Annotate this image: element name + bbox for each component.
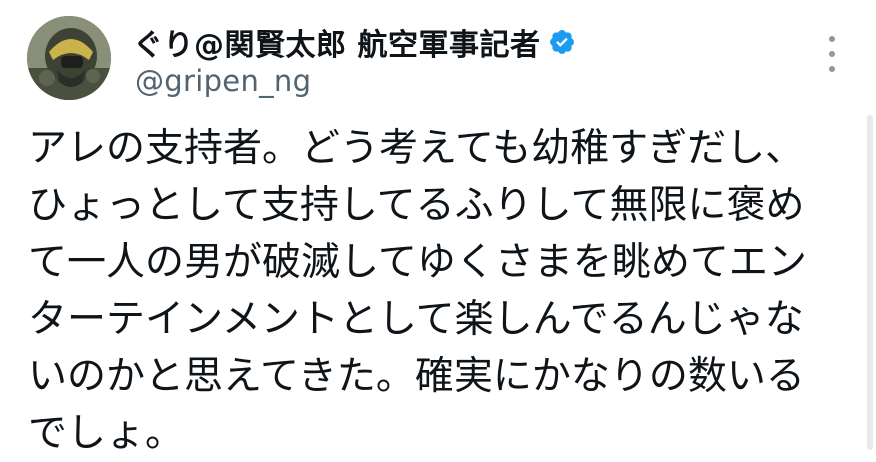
more-options-icon[interactable] <box>822 36 842 72</box>
tweet-body-line: でしょ。 <box>28 411 185 456</box>
tweet-body: アレの支持者。どう考えても幼稚すぎだし、 ひょっとして支持してるふりして無限に褒… <box>28 120 828 462</box>
author-display-name[interactable]: ぐり@関賢太郎 航空軍事記者 <box>133 20 540 64</box>
verified-badge-icon <box>548 28 576 56</box>
tweet: ぐり@関賢太郎 航空軍事記者 @gripen_ng アレの支持者。どう考えても幼… <box>0 0 876 456</box>
tweet-body-line: て一人の男が破滅してゆくさまを眺めてエン <box>28 240 807 285</box>
tweet-body-line: アレの支持者。どう考えても幼稚すぎだし、 <box>28 126 805 171</box>
pilot-helmet-avatar-icon <box>27 16 111 100</box>
more-dot <box>829 36 835 42</box>
more-dot <box>829 51 835 57</box>
avatar[interactable] <box>27 16 111 100</box>
scrollbar[interactable] <box>867 115 873 450</box>
author-handle[interactable]: @gripen_ng <box>135 64 311 98</box>
tweet-body-line: ターテインメントとして楽しんでるんじゃな <box>28 297 804 342</box>
more-dot <box>829 66 835 72</box>
author-name-row[interactable]: ぐり@関賢太郎 航空軍事記者 <box>133 20 576 64</box>
tweet-body-line: ひょっとして支持してるふりして無限に褒め <box>28 183 805 228</box>
tweet-body-line: いのかと思えてきた。確実にかなりの数いる <box>28 354 805 399</box>
